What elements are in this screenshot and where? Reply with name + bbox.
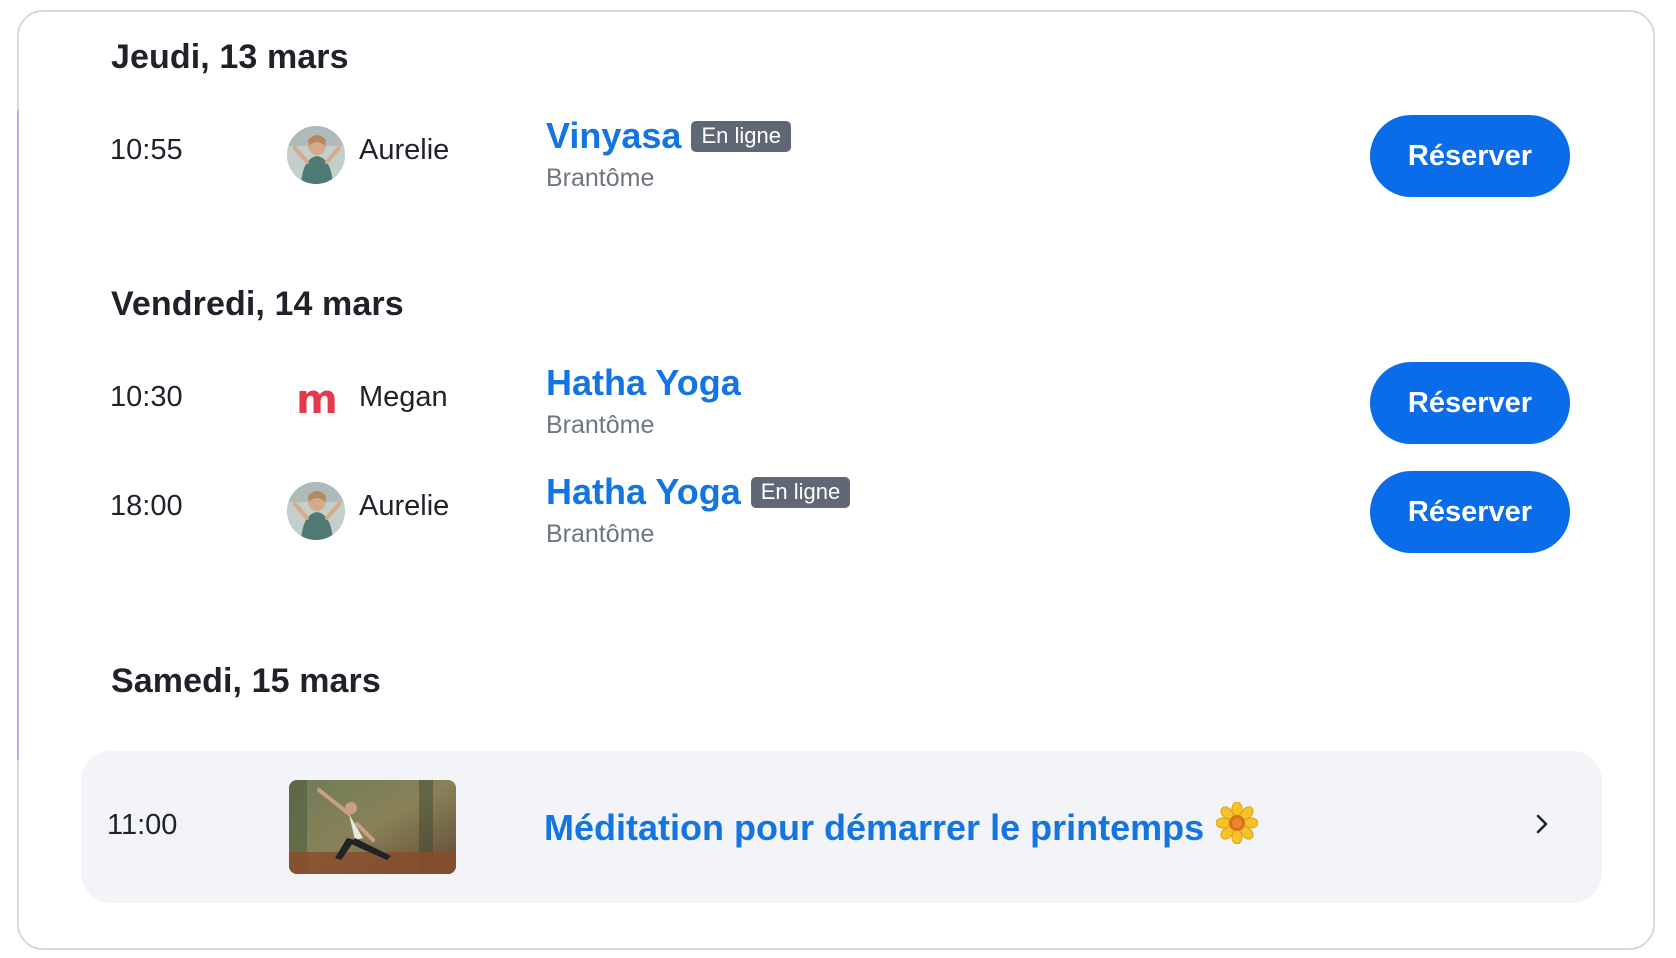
class-info: Hatha Yoga En ligne Brantôme bbox=[546, 468, 851, 549]
event-title-link[interactable]: Méditation pour démarrer le printemps bbox=[544, 801, 1259, 853]
class-title-link[interactable]: Hatha Yoga bbox=[546, 474, 741, 510]
teacher-logo-icon: m bbox=[296, 377, 338, 423]
class-location: Brantôme bbox=[546, 411, 655, 439]
day-heading-saturday: Samedi, 15 mars bbox=[111, 662, 381, 700]
session-row: 18:00 Aurelie Hatha Yoga En ligne Brantô… bbox=[110, 468, 1570, 553]
class-location: Brantôme bbox=[546, 164, 655, 192]
reserve-button[interactable]: Réserver bbox=[1370, 362, 1570, 444]
session-time: 18:00 bbox=[110, 490, 183, 522]
class-info: Hatha Yoga Brantôme bbox=[546, 359, 741, 440]
event-time: 11:00 bbox=[107, 809, 178, 841]
schedule-page: Jeudi, 13 mars 10:55 Aurelie Vinyasa En … bbox=[0, 0, 1676, 958]
reserve-button[interactable]: Réserver bbox=[1370, 115, 1570, 197]
online-badge: En ligne bbox=[691, 120, 791, 152]
teacher-avatar bbox=[287, 482, 345, 540]
flower-icon bbox=[1215, 801, 1259, 853]
session-row: 10:55 Aurelie Vinyasa En ligne Brantôme … bbox=[110, 112, 1570, 197]
event-title-text: Méditation pour démarrer le printemps bbox=[544, 807, 1205, 848]
reserve-button[interactable]: Réserver bbox=[1370, 471, 1570, 553]
teacher-name: Megan bbox=[359, 381, 448, 413]
class-title-link[interactable]: Hatha Yoga bbox=[546, 365, 741, 401]
left-accent-line bbox=[17, 110, 19, 760]
class-location: Brantôme bbox=[546, 520, 655, 548]
session-time: 10:30 bbox=[110, 381, 183, 413]
day-heading-friday: Vendredi, 14 mars bbox=[111, 285, 404, 323]
class-info: Vinyasa En ligne Brantôme bbox=[546, 112, 791, 193]
teacher-name: Aurelie bbox=[359, 490, 450, 522]
teacher-name: Aurelie bbox=[359, 134, 450, 166]
session-time: 10:55 bbox=[110, 134, 183, 166]
day-heading-thursday: Jeudi, 13 mars bbox=[111, 38, 349, 76]
event-card[interactable]: 11:00 Méditation pour démarrer le printe… bbox=[81, 751, 1602, 903]
event-thumbnail bbox=[289, 780, 456, 874]
chevron-right-icon[interactable] bbox=[1530, 809, 1554, 839]
session-row: 10:30 m Megan Hatha Yoga Brantôme Réserv… bbox=[110, 359, 1570, 444]
online-badge: En ligne bbox=[750, 476, 851, 508]
teacher-avatar bbox=[287, 126, 345, 184]
class-title-link[interactable]: Vinyasa bbox=[546, 118, 681, 154]
